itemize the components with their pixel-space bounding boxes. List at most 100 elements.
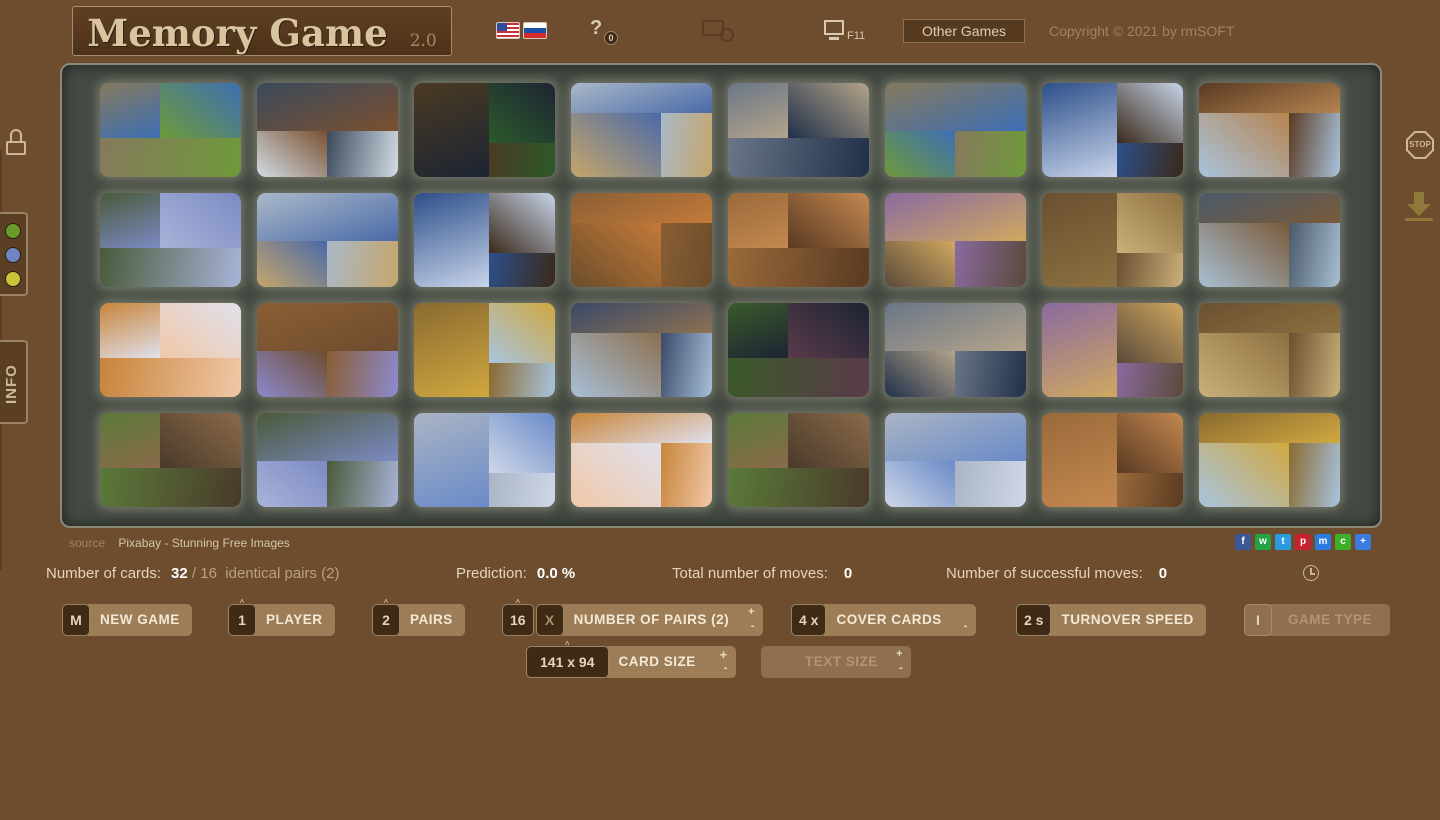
memory-card[interactable] — [1042, 413, 1183, 507]
memory-card[interactable] — [571, 83, 712, 177]
cards-label: Number of cards: — [46, 565, 162, 582]
memory-card[interactable] — [414, 413, 555, 507]
game-version: 2.0 — [409, 31, 437, 51]
cover-cards-button[interactable]: 4 x COVER CARDS - — [791, 604, 976, 636]
memory-card[interactable] — [571, 193, 712, 287]
card-image-tile — [489, 143, 555, 177]
card-image-tile — [661, 443, 712, 507]
wechat-icon[interactable]: c — [1335, 534, 1351, 550]
multiplier-key[interactable]: X — [535, 604, 564, 636]
card-image-tile — [489, 83, 555, 143]
memory-card[interactable] — [257, 413, 398, 507]
memory-card[interactable] — [1199, 193, 1340, 287]
card-image-tile — [1289, 223, 1340, 287]
memory-card[interactable] — [414, 193, 555, 287]
card-image-tile — [788, 303, 869, 358]
card-image-tile — [1042, 303, 1117, 397]
card-image-tile — [1117, 193, 1183, 253]
memory-card[interactable] — [257, 303, 398, 397]
memory-card[interactable] — [571, 303, 712, 397]
card-image-tile — [1199, 223, 1289, 287]
color-option-yellow[interactable] — [5, 271, 21, 287]
memory-card[interactable] — [1199, 413, 1340, 507]
memory-card[interactable] — [571, 413, 712, 507]
card-image-tile — [955, 461, 1026, 507]
card-image-tile — [1117, 143, 1183, 177]
memory-card[interactable] — [728, 413, 869, 507]
info-tab[interactable]: INFO — [0, 340, 28, 424]
memory-card[interactable] — [728, 303, 869, 397]
memory-card[interactable] — [257, 193, 398, 287]
color-option-green[interactable] — [5, 223, 21, 239]
prediction-value: 0.0 % — [536, 565, 576, 582]
memory-card[interactable] — [257, 83, 398, 177]
card-image-tile — [100, 358, 241, 397]
memory-card[interactable] — [100, 193, 241, 287]
memory-card[interactable] — [1042, 193, 1183, 287]
card-image-tile — [1042, 193, 1117, 287]
lock-icon[interactable] — [4, 129, 26, 157]
pairs-button[interactable]: ^ 2 PAIRS — [372, 599, 465, 636]
moves-label: Total number of moves: — [672, 565, 828, 582]
memory-card[interactable] — [414, 83, 555, 177]
english-flag-icon[interactable] — [496, 22, 520, 39]
color-option-blue[interactable] — [5, 247, 21, 263]
help-badge: 0 — [604, 31, 618, 45]
increase-pairs-button[interactable]: + — [748, 607, 755, 618]
card-size-button[interactable]: ^ 141 x 94 CARD SIZE + - — [526, 641, 736, 678]
help-icon[interactable]: ? 0 — [590, 17, 620, 45]
cover-cards-label[interactable]: COVER CARDS - — [824, 604, 976, 636]
pinterest-icon[interactable]: p — [1295, 534, 1311, 550]
player-label[interactable]: PLAYER — [254, 604, 335, 636]
game-logo: Memory Game 2.0 — [72, 6, 452, 56]
memory-card[interactable] — [1199, 83, 1340, 177]
memory-card[interactable] — [100, 83, 241, 177]
whatsapp-icon[interactable]: w — [1255, 534, 1271, 550]
memory-card[interactable] — [414, 303, 555, 397]
card-image-tile — [100, 83, 160, 138]
increase-card-size-button[interactable]: + — [720, 648, 728, 661]
memory-card[interactable] — [1199, 303, 1340, 397]
clock-icon[interactable] — [1303, 565, 1319, 581]
new-game-button[interactable]: M NEW GAME — [62, 604, 192, 636]
copyright-text: Copyright © 2021 by rmSOFT — [1049, 23, 1235, 39]
memory-card[interactable] — [728, 83, 869, 177]
card-image-tile — [1289, 113, 1340, 177]
player-button[interactable]: ^ 1 PLAYER — [228, 599, 335, 636]
slovak-flag-icon[interactable] — [523, 22, 547, 39]
memory-card[interactable] — [885, 193, 1026, 287]
other-games-button[interactable]: Other Games — [903, 19, 1025, 43]
memory-card[interactable] — [885, 83, 1026, 177]
pairs-key: ^ 2 — [372, 599, 400, 636]
twitter-icon[interactable]: t — [1275, 534, 1291, 550]
turnover-speed-button[interactable]: 2 s TURNOVER SPEED — [1016, 604, 1206, 636]
memory-card[interactable] — [1042, 303, 1183, 397]
more-share-icon[interactable]: + — [1355, 534, 1371, 550]
source-link[interactable]: Pixabay - Stunning Free Images — [118, 536, 289, 550]
memory-card[interactable] — [885, 303, 1026, 397]
game-type-label: GAME TYPE — [1270, 604, 1391, 636]
facebook-icon[interactable]: f — [1235, 534, 1251, 550]
memory-card[interactable] — [885, 413, 1026, 507]
new-game-label[interactable]: NEW GAME — [88, 604, 192, 636]
download-icon[interactable] — [1403, 192, 1435, 224]
memory-card[interactable] — [100, 303, 241, 397]
game-type-key: I — [1244, 604, 1272, 636]
decrease-cover-button[interactable]: - — [964, 621, 968, 632]
messenger-icon[interactable]: m — [1315, 534, 1331, 550]
card-image-tile — [955, 351, 1026, 397]
number-of-pairs-label[interactable]: NUMBER OF PAIRS (2) + - — [561, 604, 764, 636]
memory-card[interactable] — [728, 193, 869, 287]
turnover-speed-label[interactable]: TURNOVER SPEED — [1049, 604, 1206, 636]
color-picker-panel — [0, 212, 28, 296]
decrease-pairs-button[interactable]: - — [751, 621, 755, 632]
pairs-label[interactable]: PAIRS — [398, 604, 465, 636]
memory-card[interactable] — [100, 413, 241, 507]
decrease-card-size-button[interactable]: - — [724, 663, 728, 674]
fullscreen-monitor-icon[interactable]: F11 — [824, 20, 868, 46]
number-of-pairs-button[interactable]: ^ 16 X NUMBER OF PAIRS (2) + - — [502, 599, 764, 636]
memory-card[interactable] — [1042, 83, 1183, 177]
card-image-tile — [885, 461, 955, 507]
card-size-label[interactable]: CARD SIZE + - — [606, 646, 736, 678]
card-image-tile — [1042, 413, 1117, 507]
